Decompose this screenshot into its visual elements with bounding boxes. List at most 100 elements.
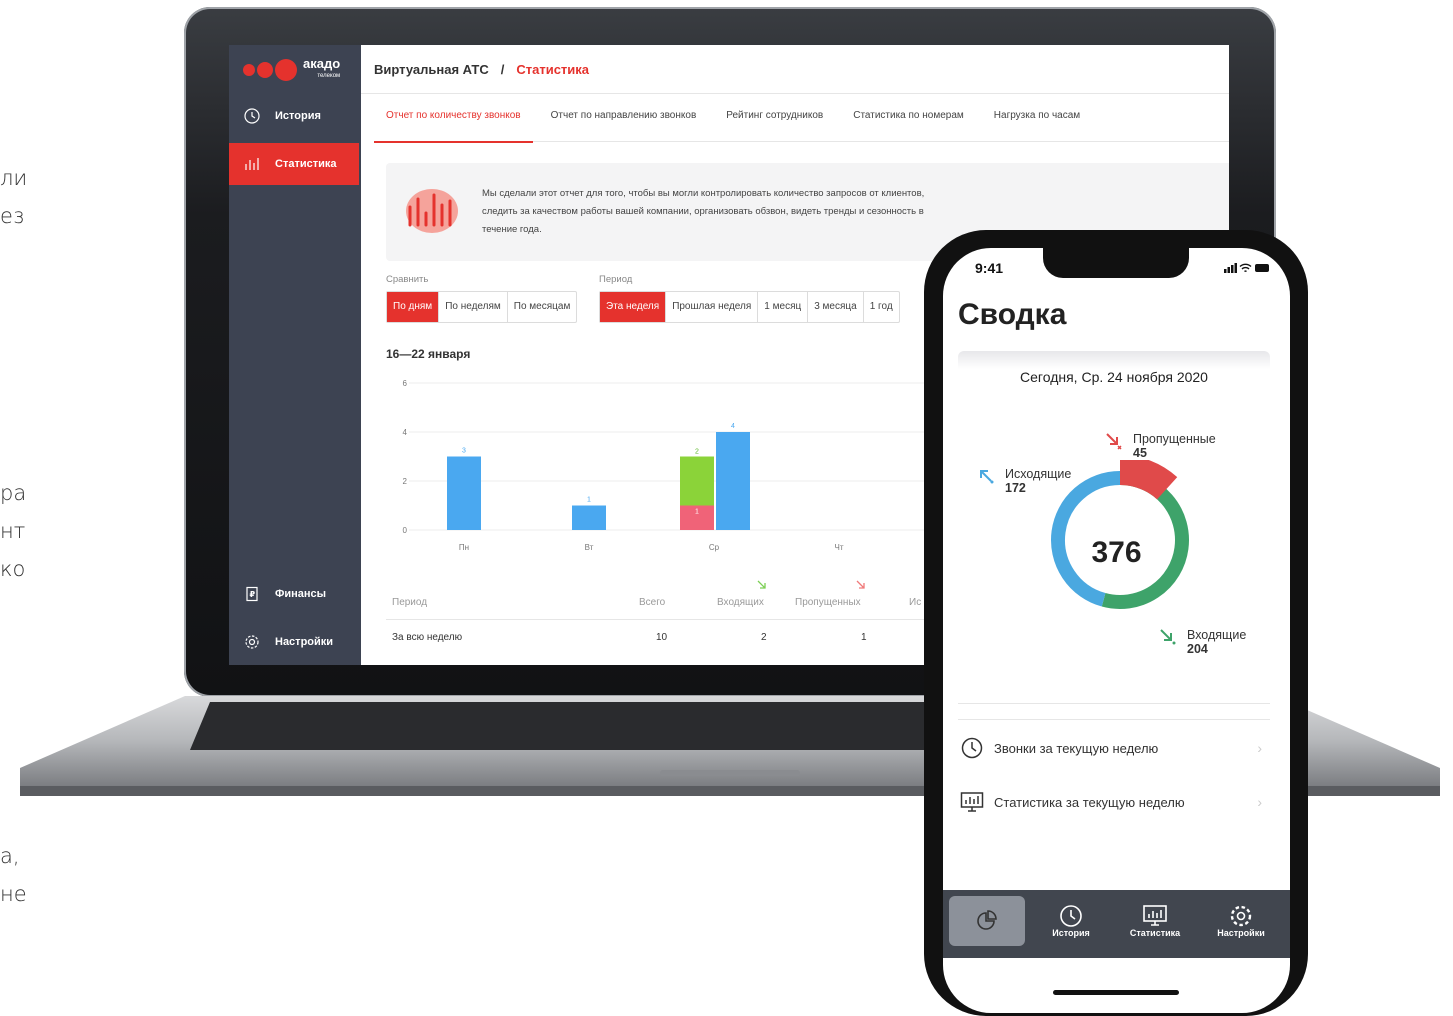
weekly-calls-row[interactable]: Звонки за текущую неделю › [960,735,1270,761]
clock-icon [960,736,984,760]
table-header-outgoing: Ис [909,597,922,608]
y-tick-label: 6 [403,379,408,388]
tab-statistics-label: Статистика [1129,928,1181,938]
signal-icon [1224,263,1237,273]
battery-icon [1255,264,1269,272]
sidebar-item-statistics[interactable]: Статистика [229,143,359,185]
tab-calls-count[interactable]: Отчет по количеству звонков [374,93,533,143]
compare-option-months[interactable]: По месяцам [508,292,577,322]
bar-data-label: 1 [695,509,699,516]
wifi-icon [1239,263,1252,273]
chevron-right-icon: › [1257,740,1262,756]
table-header-incoming: Входящих [717,597,764,608]
incoming-arrow-icon [1160,629,1176,645]
bar [716,432,750,530]
logo-name: акадо [303,56,341,71]
breadcrumb-root[interactable]: Виртуальная АТС [374,62,489,77]
x-tick-label: Вт [585,543,594,552]
compare-option-days[interactable]: По дням [387,292,440,322]
chart-illustration-icon [406,189,458,233]
tab-calls-direction[interactable]: Отчет по направлению звонков [539,93,709,141]
tab-hourly-load[interactable]: Нагрузка по часам [982,93,1092,141]
period-option-1-year[interactable]: 1 год [864,292,899,322]
divider [958,703,1270,704]
tab-number-stats[interactable]: Статистика по номерам [841,93,976,141]
calls-bar-chart: 0 2 4 6 Пн 3 Вт 1 Ср 1 2 4 Чт [403,379,969,552]
bar-chart-icon [243,155,261,173]
table-header-period: Период [392,597,428,608]
breadcrumb-current: Статистика [516,61,590,77]
incoming-arrow-icon [757,580,766,589]
logo-sub: телеком [317,73,341,79]
weekly-stats-row[interactable]: Статистика за текущую неделю › [960,789,1270,815]
tab-employee-rating[interactable]: Рейтинг сотрудников [714,93,835,141]
outgoing-label: Исходящие 172 [980,467,1071,495]
status-time: 9:41 [975,260,1004,276]
svg-text:₽: ₽ [250,590,256,599]
table-cell-total: 10 [656,632,668,643]
ruble-document-icon: ₽ [243,585,261,603]
monitor-chart-icon [1143,905,1167,926]
missed-value: 45 [1133,446,1147,460]
info-text: Мы сделали этот отчет для того, чтобы вы… [482,188,925,235]
table-header-total: Всего [639,597,666,608]
side-text-line: ко [0,557,26,581]
side-text-line: ез [0,204,25,228]
sidebar-item-history[interactable]: История [229,95,359,137]
compare-segmented: По дням По неделям По месяцам [386,291,578,323]
side-text-line: а, [0,844,20,868]
period-option-1-month[interactable]: 1 месяц [758,292,809,322]
incoming-label: Входящие 204 [1160,628,1247,656]
side-text-line: ли [0,166,28,190]
period-option-this-week[interactable]: Эта неделя [600,292,667,322]
outgoing-value: 172 [1005,481,1026,495]
y-tick-label: 0 [403,526,408,535]
side-text-line: ра [0,481,27,505]
status-icons [1224,262,1270,276]
incoming-label-text: Входящие [1187,628,1247,642]
weekly-calls-label: Звонки за текущую неделю [994,740,1159,756]
missed-label: Пропущенные 45 [1106,432,1216,460]
period-option-last-week[interactable]: Прошлая неделя [666,292,759,322]
bar-data-label: 4 [731,423,735,430]
phone-notch [1043,248,1189,278]
pie-chart-icon [977,910,997,930]
missed-label-text: Пропущенные [1133,432,1216,446]
clock-icon [243,107,261,125]
sidebar-item-label: Настройки [275,636,334,648]
gear-icon [243,633,261,651]
page-title: Сводка [958,298,1067,331]
bar-data-label: 2 [695,449,699,456]
tab-statistics[interactable]: Статистика [1115,896,1195,946]
tab-history-label: История [1052,928,1090,938]
x-tick-label: Чт [835,543,844,552]
tab-history[interactable]: История [1031,896,1111,946]
gear-icon [1230,905,1252,927]
bar-data-label: 1 [587,497,591,504]
missed-arrow-icon [856,580,865,589]
home-indicator [1053,990,1179,995]
clock-icon [1060,905,1082,927]
tab-summary[interactable] [949,896,1025,946]
monitor-chart-icon [960,790,984,814]
y-tick-label: 2 [403,477,408,486]
tab-settings[interactable]: Настройки [1201,896,1281,946]
bar [447,456,481,530]
period-option-3-months[interactable]: 3 месяца [808,292,864,322]
x-tick-label: Пн [459,543,469,552]
table-cell-missed: 1 [861,632,867,643]
missed-arrow-icon [1106,433,1122,450]
chevron-right-icon: › [1257,794,1262,810]
sidebar-item-label: Финансы [275,588,327,600]
side-text-line: не [0,882,27,906]
period-segmented: Эта неделя Прошлая неделя 1 месяц 3 меся… [599,291,900,323]
breadcrumb: Виртуальная АТС / Статистика [361,45,1229,94]
sidebar-item-finance[interactable]: ₽ Финансы [229,573,359,615]
table-header-missed: Пропущенных [795,597,861,608]
outgoing-arrow-icon [980,470,994,484]
compare-option-weeks[interactable]: По неделям [439,292,508,322]
table-cell-incoming: 2 [761,632,767,643]
sidebar-item-label: Статистика [275,158,337,170]
sidebar-item-settings[interactable]: Настройки [229,621,359,663]
date-label: Сегодня, Ср. 24 ноября 2020 [958,351,1270,387]
